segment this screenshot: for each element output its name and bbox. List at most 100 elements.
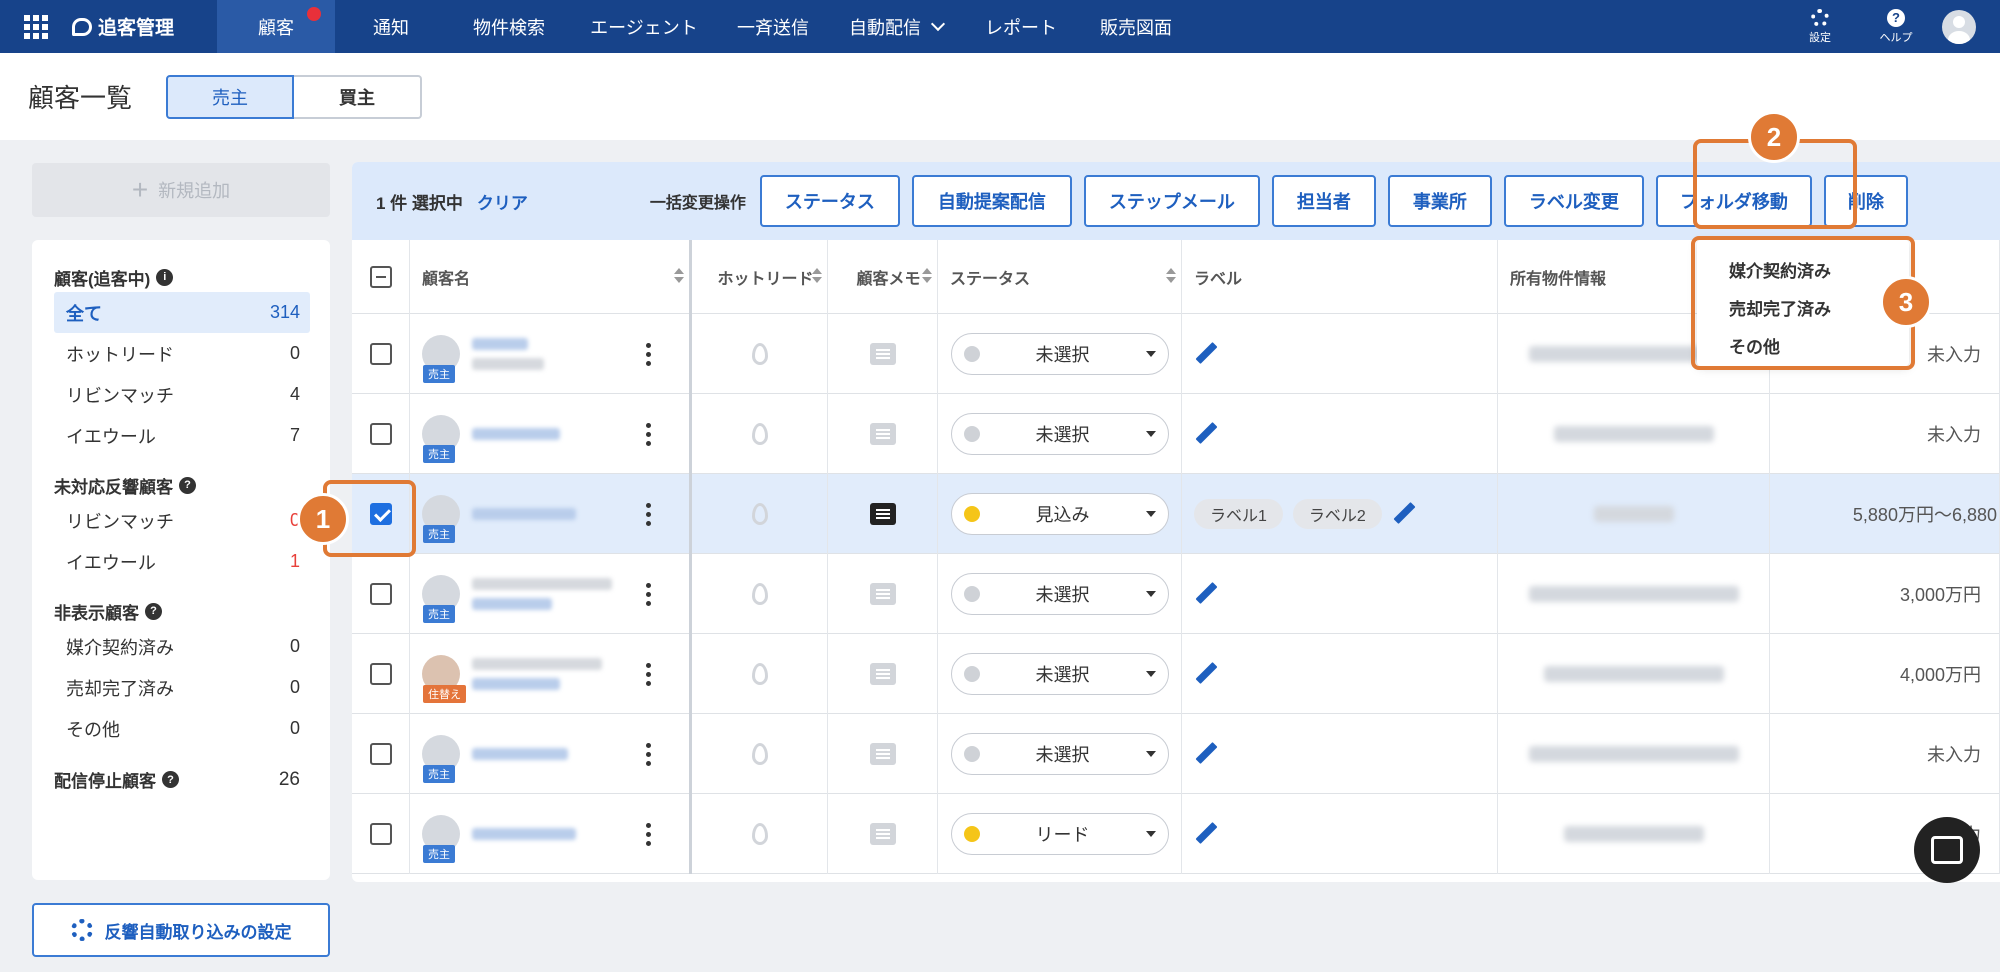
- flame-icon[interactable]: [751, 343, 768, 365]
- customer-name-cell[interactable]: 売主: [410, 314, 692, 394]
- chat-support-icon[interactable]: [1914, 817, 1980, 883]
- sidebar-item-all[interactable]: 全て 314: [54, 292, 310, 333]
- label-chip[interactable]: ラベル1: [1194, 499, 1283, 529]
- nav-agent[interactable]: エージェント: [571, 0, 717, 53]
- sidebar-item-stopped[interactable]: 配信停止顧客? 26: [54, 767, 310, 792]
- sidebar-item-unhandled-livinmatch[interactable]: リビンマッチ 0: [54, 500, 310, 541]
- flame-icon[interactable]: [751, 583, 768, 605]
- customer-name-cell[interactable]: 売主: [410, 554, 692, 634]
- nav-bulk-send[interactable]: 一斉送信: [717, 0, 829, 53]
- memo-icon[interactable]: [869, 823, 896, 845]
- buyer-tab[interactable]: 買主: [294, 74, 423, 119]
- customer-name-cell[interactable]: 売主: [410, 394, 692, 474]
- bulk-label-change-button[interactable]: ラベル変更: [1503, 175, 1644, 227]
- more-options-icon[interactable]: [646, 743, 651, 766]
- nav-auto-delivery[interactable]: 自動配信: [829, 0, 963, 53]
- customer-name-blurred[interactable]: [472, 658, 602, 690]
- customer-name-cell[interactable]: 住替え: [410, 634, 692, 714]
- bulk-step-mail-button[interactable]: ステップメール: [1083, 175, 1260, 227]
- flame-icon[interactable]: [751, 503, 768, 525]
- sidebar-item-unhandled-ieul[interactable]: イエウール 1: [54, 541, 310, 582]
- header-memo[interactable]: 顧客メモ: [828, 240, 938, 314]
- flame-icon[interactable]: [751, 743, 768, 765]
- memo-icon[interactable]: [869, 583, 896, 605]
- memo-icon[interactable]: [869, 343, 896, 365]
- row-checkbox[interactable]: [369, 583, 392, 605]
- nav-notifications[interactable]: 通知: [335, 0, 447, 53]
- nav-customers[interactable]: 顧客: [217, 0, 335, 53]
- flame-icon[interactable]: [751, 663, 768, 685]
- flame-icon[interactable]: [751, 823, 768, 845]
- header-status[interactable]: ステータス: [938, 240, 1182, 314]
- seller-tab[interactable]: 売主: [166, 74, 295, 119]
- sidebar-item-contracted[interactable]: 媒介契約済み 0: [54, 626, 310, 667]
- customer-name-blurred[interactable]: [472, 428, 560, 440]
- help-icon[interactable]: ?: [145, 602, 162, 620]
- header-name[interactable]: 顧客名: [410, 240, 692, 314]
- customer-name-cell[interactable]: 売主: [410, 794, 692, 874]
- table-row[interactable]: 売主 未選択 未入力: [352, 714, 2000, 794]
- help-icon[interactable]: ?: [179, 476, 196, 494]
- more-options-icon[interactable]: [646, 423, 651, 446]
- memo-icon[interactable]: [869, 743, 896, 765]
- customer-name-blurred[interactable]: [472, 338, 544, 370]
- table-row[interactable]: 住替え 未選択 4,000万円: [352, 634, 2000, 714]
- help-button[interactable]: ? ヘルプ: [1858, 8, 1934, 45]
- status-select[interactable]: 未選択: [950, 733, 1169, 775]
- customer-name-cell[interactable]: 売主: [410, 474, 692, 554]
- nav-property-search[interactable]: 物件検索: [447, 0, 571, 53]
- header-hotlead[interactable]: ホットリード: [692, 240, 828, 314]
- nav-report[interactable]: レポート: [963, 0, 1079, 53]
- customer-name-cell[interactable]: 売主: [410, 714, 692, 794]
- flame-icon[interactable]: [751, 423, 768, 445]
- bulk-office-button[interactable]: 事業所: [1387, 175, 1492, 227]
- memo-icon[interactable]: [869, 663, 896, 685]
- pencil-icon[interactable]: [1194, 422, 1218, 446]
- customer-name-blurred[interactable]: [472, 508, 576, 520]
- status-select[interactable]: 未選択: [950, 653, 1169, 695]
- sidebar-item-livinmatch[interactable]: リビンマッチ 4: [54, 374, 310, 415]
- row-checkbox[interactable]: [369, 343, 392, 365]
- sidebar-item-other[interactable]: その他 0: [54, 708, 310, 749]
- select-all-checkbox[interactable]: [369, 266, 392, 288]
- pencil-icon[interactable]: [1194, 822, 1218, 846]
- status-select[interactable]: 見込み: [950, 493, 1169, 535]
- sidebar-item-ieul[interactable]: イエウール 7: [54, 415, 310, 456]
- row-checkbox[interactable]: [369, 823, 392, 845]
- row-checkbox[interactable]: [369, 743, 392, 765]
- status-select[interactable]: リード: [950, 813, 1169, 855]
- customer-name-blurred[interactable]: [472, 748, 568, 760]
- settings-button[interactable]: 設定: [1782, 8, 1858, 45]
- status-select[interactable]: 未選択: [950, 573, 1169, 615]
- label-chip[interactable]: ラベル2: [1292, 499, 1382, 529]
- nav-sales-drawing[interactable]: 販売図面: [1079, 0, 1193, 53]
- row-checkbox[interactable]: [369, 423, 392, 445]
- sidebar-item-sold[interactable]: 売却完了済み 0: [54, 667, 310, 708]
- pencil-icon[interactable]: [1194, 742, 1218, 766]
- clear-selection-link[interactable]: クリア: [477, 189, 528, 214]
- more-options-icon[interactable]: [646, 503, 651, 526]
- customer-name-blurred[interactable]: [472, 828, 576, 840]
- status-select[interactable]: 未選択: [950, 333, 1169, 375]
- memo-icon[interactable]: [869, 423, 896, 445]
- info-icon[interactable]: i: [156, 268, 174, 286]
- user-avatar[interactable]: [1942, 9, 1976, 44]
- add-new-button[interactable]: + 新規追加: [32, 163, 330, 217]
- row-checkbox[interactable]: [369, 663, 392, 685]
- more-options-icon[interactable]: [646, 663, 651, 686]
- bulk-assignee-button[interactable]: 担当者: [1271, 175, 1376, 227]
- apps-grid-icon[interactable]: [0, 0, 72, 53]
- table-row[interactable]: 売主 未選択 未入力: [352, 394, 2000, 474]
- pencil-icon[interactable]: [1194, 662, 1218, 686]
- table-row[interactable]: 売主 リード 未入力: [352, 794, 2000, 874]
- brand-logo[interactable]: 追客管理: [72, 13, 217, 40]
- auto-import-settings-button[interactable]: 反響自動取り込みの設定: [32, 903, 330, 957]
- memo-icon[interactable]: [869, 503, 896, 525]
- pencil-icon[interactable]: [1392, 502, 1416, 526]
- bulk-status-button[interactable]: ステータス: [759, 175, 900, 227]
- bulk-auto-proposal-button[interactable]: 自動提案配信: [911, 175, 1072, 227]
- customer-name-blurred[interactable]: [472, 578, 612, 610]
- more-options-icon[interactable]: [646, 823, 651, 846]
- table-row[interactable]: 売主 未選択 3,000万円: [352, 554, 2000, 634]
- table-row-selected[interactable]: 売主 見込み ラベル1 ラベル2 5,880万円～6,880: [352, 474, 2000, 554]
